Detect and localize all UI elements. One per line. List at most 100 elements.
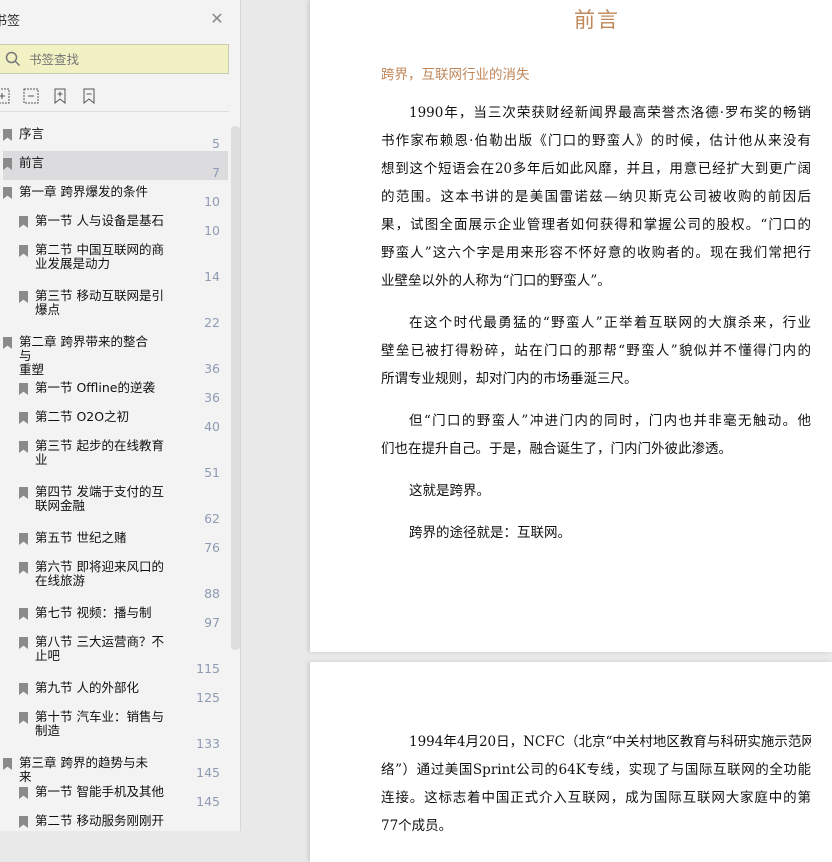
bookmark-page: 125 (196, 690, 220, 705)
page-title: 前言 (574, 8, 620, 32)
bookmark-icon (3, 758, 12, 770)
bookmark-page: 22 (204, 315, 220, 330)
collapse-all-icon[interactable] (23, 88, 39, 104)
bookmark-item[interactable]: 第一节 智能手机及其他 145 (0, 780, 228, 809)
bookmark-label: 第八节 三大运营商？不 止吧 (35, 634, 164, 663)
bookmark-page: 40 (204, 419, 220, 434)
text-line: 果，试图全面展示企业管理者如何获得和掌握公司的股权。“门口的 (381, 217, 811, 233)
text-line: 野蛮人”这六个字是用来形容不怀好意的收购者的。现在我们常把行 (381, 245, 811, 261)
bookmark-page: 7 (212, 165, 220, 180)
text-line: 在这个时代最勇猛的“野蛮人”正举着互联网的大旗杀来，行业 (409, 315, 811, 331)
bookmark-icon (3, 129, 12, 141)
bookmark-page: 115 (196, 661, 220, 676)
bookmark-label: 第四节 发端于支付的互 联网金融 (35, 484, 164, 513)
section-heading: 跨界，互联网行业的消失 (381, 67, 530, 83)
bookmark-label: 第二节 O2O之初 (35, 409, 130, 424)
bookmark-label: 第十节 汽车业：销售与 制造 (35, 709, 164, 738)
bookmark-page: 10 (204, 223, 220, 238)
bookmark-icon (19, 562, 28, 574)
bookmark-page: 14 (204, 269, 220, 284)
text-line: 们也在提升自己。于是，融合诞生了，门内门外彼此渗透。 (381, 441, 732, 457)
paragraph: 但“门口的野蛮人”冲进门内的同时，门内也并非毫无触动。他们也在提升自己。于是，融… (381, 407, 811, 463)
text-line: 书作家布赖恩·伯勒出版《门口的野蛮人》的时候，估计他从来没有 (381, 133, 811, 149)
bookmark-icon (19, 412, 28, 424)
bookmark-page: 5 (212, 136, 220, 151)
bookmark-label: 第三章 跨界的趋势与未来 (19, 755, 148, 784)
bookmark-item[interactable]: 第三节 移动互联网是引 爆点 22 (0, 284, 228, 330)
text-line: 这就是跨界。 (409, 483, 490, 499)
bookmark-sidebar: 书签 ✕ 序言5前言7第一章 跨界爆发的条件10第一节 人与设备是基石10第二节… (0, 0, 241, 831)
bookmark-page: 36 (204, 390, 220, 405)
bookmark-label: 前言 (19, 155, 45, 170)
bookmark-item[interactable]: 第二节 中国互联网的商 业发展是动力 14 (0, 238, 228, 284)
divider (0, 111, 229, 112)
bookmark-item[interactable]: 第九节 人的外部化 125 (0, 676, 228, 705)
bookmark-item[interactable]: 第二节 移动服务刚刚开 (0, 809, 228, 838)
bookmark-list: 序言 5 前言 7 第一章 跨界爆发的条件 10 第一节 人与设备是基石 10 第二节 中国互联… (0, 122, 228, 838)
bookmark-icon (19, 637, 28, 649)
bookmark-search[interactable] (0, 44, 229, 74)
bookmark-icon (19, 216, 28, 228)
bookmark-item[interactable]: 第四节 发端于支付的互 联网金融 62 (0, 480, 228, 526)
bookmark-page: 36 (204, 361, 220, 376)
bookmark-label: 第二节 移动服务刚刚开 (35, 813, 164, 828)
bookmark-icon (19, 608, 28, 620)
bookmark-item[interactable]: 第七节 视频：播与制 97 (0, 601, 228, 630)
bookmark-label: 第九节 人的外部化 (35, 680, 139, 695)
bookmark-page: 97 (204, 615, 220, 630)
bookmark-page: 76 (204, 540, 220, 555)
remove-bookmark-icon[interactable] (81, 88, 97, 105)
bookmark-item[interactable]: 前言 7 (3, 151, 228, 180)
bookmark-page: 88 (204, 586, 220, 601)
bookmark-label: 序言 (19, 126, 45, 141)
bookmark-page: 145 (196, 794, 220, 809)
bookmark-label: 第一节 人与设备是基石 (35, 213, 164, 228)
bookmark-label: 第三节 移动互联网是引 爆点 (35, 288, 164, 317)
bookmark-icon (19, 245, 28, 257)
bookmark-icon (19, 291, 28, 303)
paragraph: 这就是跨界。 (381, 477, 811, 505)
search-input[interactable] (29, 51, 209, 67)
bookmark-item[interactable]: 第二章 跨界带来的整合与 重塑 36 (0, 330, 228, 377)
bookmark-page: 10 (204, 194, 220, 209)
bookmark-item[interactable]: 第十节 汽车业：销售与 制造 133 (0, 705, 228, 751)
bookmark-icon (19, 533, 28, 545)
text-line: 1990年，当三次荣获财经新闻界最高荣誉杰洛德·罗布奖的畅销 (409, 105, 811, 121)
text-line: 的范围。这本书讲的是美国雷诺兹—纳贝斯克公司被收购的前因后 (381, 189, 811, 205)
search-icon (5, 51, 21, 67)
bookmark-item[interactable]: 第六节 即将迎来风口的 在线旅游 88 (0, 555, 228, 601)
bookmark-page: 51 (204, 465, 220, 480)
document-page-2: 1994年4月20日，NCFC（北京“中关村地区教育与科研实施示范网 络”）通过美… (310, 662, 832, 862)
add-bookmark-icon[interactable] (52, 88, 68, 105)
bookmark-page: 62 (204, 511, 220, 526)
text-line: 77个成员。 (381, 818, 453, 834)
text-line: 连接。这标志着中国正式介入互联网，成为国际互联网大家庭中的第 (381, 790, 811, 806)
close-icon[interactable]: ✕ (208, 10, 226, 28)
text-line: 但“门口的野蛮人”冲进门内的同时，门内也并非毫无触动。他 (409, 413, 811, 429)
bookmark-item[interactable]: 序言 5 (0, 122, 228, 151)
text-line: 想到这个短语会在20多年后如此风靡，并且，用意已经扩大到更广阔 (381, 161, 811, 177)
bookmark-item[interactable]: 第八节 三大运营商？不 止吧 115 (0, 630, 228, 676)
text-line: 壁垒已被打得粉碎，站在门口的那帮“野蛮人”貌似并不懂得门内的 (381, 343, 811, 359)
bookmark-item[interactable]: 第五节 世纪之赌 76 (0, 526, 228, 555)
bookmark-icon (19, 816, 28, 828)
bookmark-icon (19, 441, 28, 453)
expand-all-icon[interactable] (0, 88, 10, 104)
bookmark-item[interactable]: 第一章 跨界爆发的条件 10 (0, 180, 228, 209)
bookmark-item[interactable]: 第二节 O2O之初 40 (0, 405, 228, 434)
bookmark-icon (3, 158, 12, 170)
bookmark-item[interactable]: 第一节 Offline的逆袭 36 (0, 376, 228, 405)
bookmark-label: 第二章 跨界带来的整合与 重塑 (19, 334, 148, 377)
paragraph: 在这个时代最勇猛的“野蛮人”正举着互联网的大旗杀来，行业壁垒已被打得粉碎，站在门… (381, 309, 811, 393)
bookmark-icon (3, 337, 12, 349)
bookmark-label: 第二节 中国互联网的商 业发展是动力 (35, 242, 164, 271)
bookmark-icon (19, 787, 28, 799)
bookmark-item[interactable]: 第一节 人与设备是基石 10 (0, 209, 228, 238)
sidebar-title: 书签 (0, 14, 21, 29)
bookmark-item[interactable]: 第三章 跨界的趋势与未来 145 (0, 751, 228, 784)
bookmark-item[interactable]: 第三节 起步的在线教育 业 51 (0, 434, 228, 480)
bookmark-label: 第一节 Offline的逆袭 (35, 380, 155, 395)
bookmark-icon (19, 487, 28, 499)
sidebar-scrollbar[interactable] (231, 126, 240, 650)
bookmark-label: 第六节 即将迎来风口的 在线旅游 (35, 559, 164, 588)
